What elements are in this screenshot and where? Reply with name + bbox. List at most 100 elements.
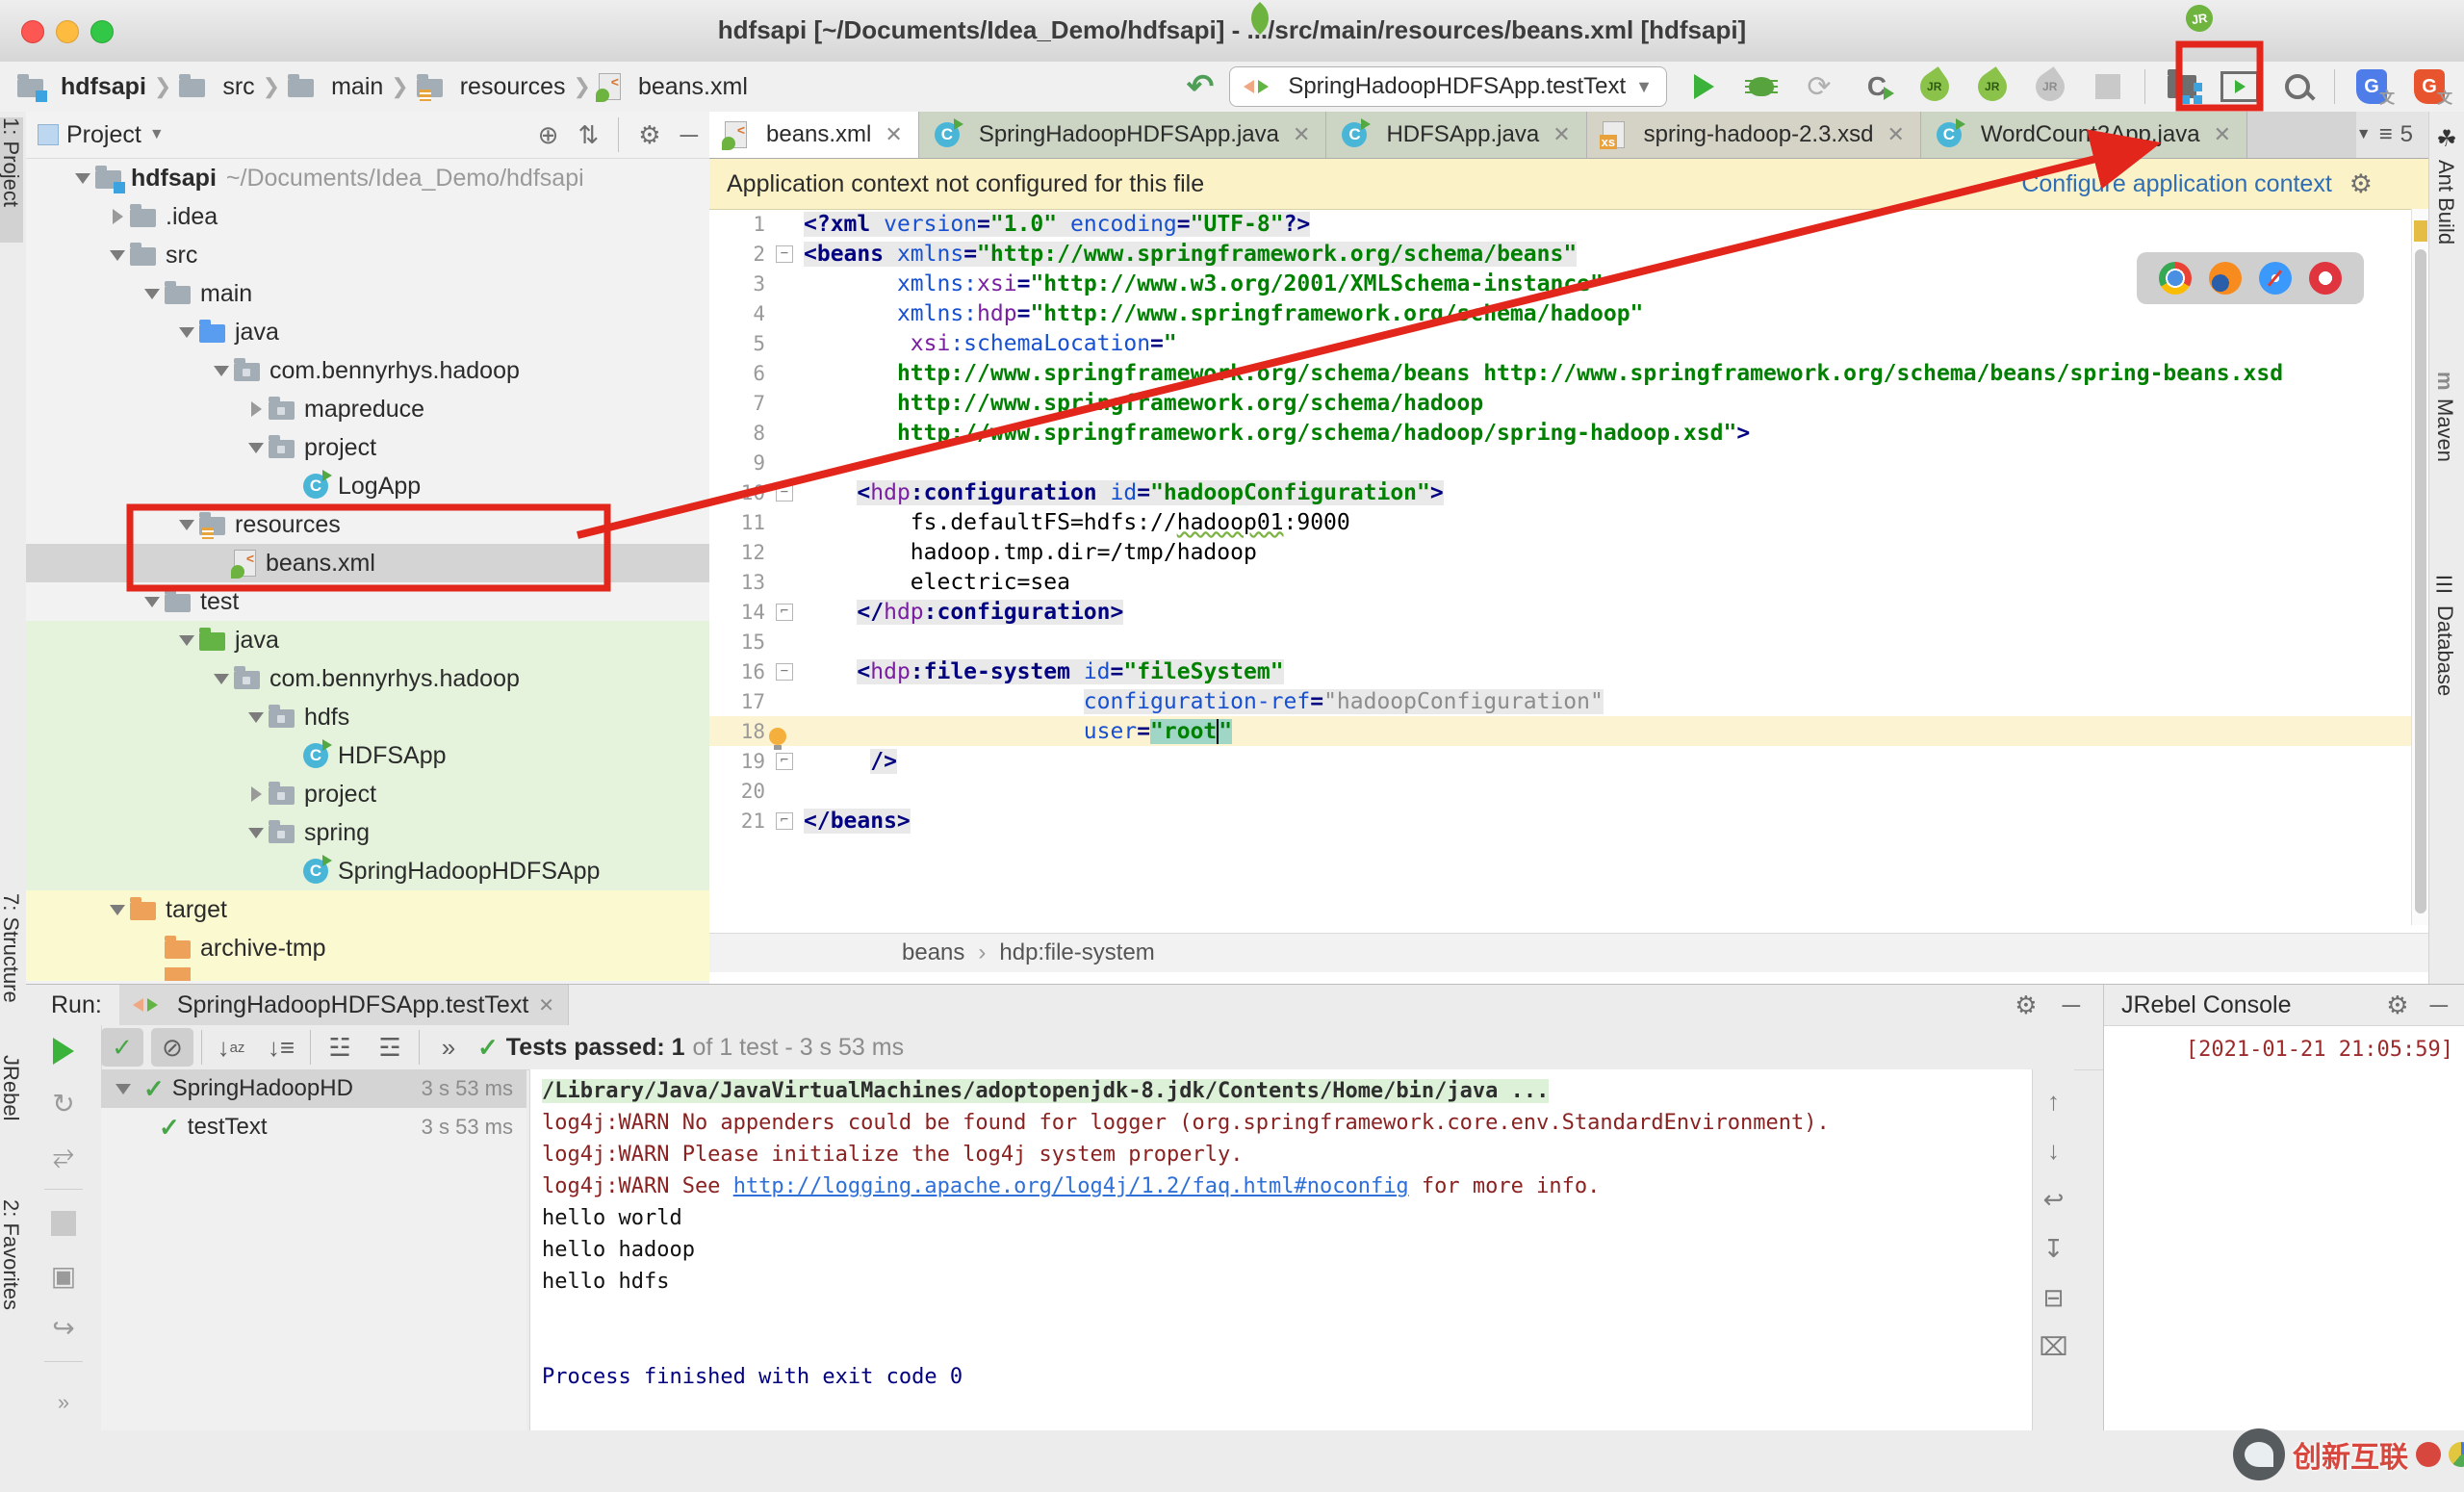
- show-ignored-toggle[interactable]: ⊘: [151, 1028, 193, 1067]
- tree-chevron-icon[interactable]: [105, 905, 130, 915]
- run-anything-button[interactable]: [2219, 65, 2261, 108]
- tree-row-spring[interactable]: spring: [26, 813, 709, 852]
- sidebar-item-maven[interactable]: m Maven: [2432, 372, 2457, 516]
- gear-icon[interactable]: ⚙: [2386, 990, 2408, 1020]
- tree-row-LogApp[interactable]: LogApp: [26, 467, 709, 505]
- search-everywhere-icon[interactable]: [2276, 65, 2319, 108]
- code-line-15[interactable]: 15: [709, 627, 2411, 656]
- tree-row-com.bennyrhys.hadoop[interactable]: com.bennyrhys.hadoop: [26, 659, 709, 698]
- console-link[interactable]: http://logging.apache.org/log4j/1.2/faq.…: [733, 1174, 1409, 1198]
- close-icon[interactable]: ✕: [1293, 122, 1310, 147]
- fold-marker-icon[interactable]: ⌐: [765, 811, 804, 830]
- tree-row-.idea[interactable]: .idea: [26, 197, 709, 236]
- code-editor[interactable]: 1 <?xml version = "1.0" encoding = "UTF-8" ?> 2…: [709, 209, 2411, 925]
- configure-application-context-link[interactable]: Configure application context: [2021, 170, 2331, 198]
- tab-wordcount2app-java[interactable]: WordCount2App.java✕: [1920, 112, 2248, 158]
- intention-bulb-icon[interactable]: [769, 727, 786, 750]
- close-icon[interactable]: ✕: [885, 122, 902, 147]
- code-line-21[interactable]: 21 ⌐ </beans>: [709, 806, 2411, 836]
- sort-alphabetically-icon[interactable]: ↓ az: [210, 1028, 252, 1067]
- soft-wrap-icon[interactable]: ↩: [2043, 1185, 2065, 1215]
- show-passed-toggle[interactable]: ✓: [101, 1028, 143, 1067]
- code-line-5[interactable]: 5 xsi:schemaLocation = ": [709, 328, 2411, 358]
- close-icon[interactable]: ✕: [2214, 122, 2231, 147]
- profiler-button[interactable]: C: [1856, 65, 1898, 108]
- clear-console-icon[interactable]: ⌧: [2040, 1332, 2068, 1362]
- breadcrumb-item-beans-xml[interactable]: beans.xml: [595, 73, 748, 102]
- tab-springhadoophdfsapp-java[interactable]: SpringHadoopHDFSApp.java✕: [918, 112, 1327, 158]
- tree-row-com.bennyrhys.hadoop[interactable]: com.bennyrhys.hadoop: [26, 351, 709, 390]
- code-line-11[interactable]: 11 fs.defaultFS=hdfs://hadoop01:9000: [709, 507, 2411, 537]
- close-icon[interactable]: ✕: [1553, 122, 1570, 147]
- code-line-7[interactable]: 7 http://www.springframework.org/schema/…: [709, 388, 2411, 418]
- run-button[interactable]: [1682, 65, 1725, 108]
- scrollbar-thumb[interactable]: [2415, 249, 2426, 913]
- run-with-jrebel-button[interactable]: [1913, 65, 1956, 108]
- fold-marker-icon[interactable]: −: [765, 244, 804, 263]
- more-icon[interactable]: »: [58, 1384, 69, 1421]
- code-line-18[interactable]: 18 user = "root ": [709, 716, 2411, 750]
- translate-plugin-icon[interactable]: G: [2350, 65, 2395, 108]
- tab-hdfsapp-java[interactable]: HDFSApp.java✕: [1326, 112, 1587, 158]
- fold-marker-icon[interactable]: ⌐: [765, 752, 804, 770]
- test-suite-row[interactable]: ✓ SpringHadoopHD 3 s 53 ms: [101, 1069, 526, 1108]
- debug-button[interactable]: [1740, 65, 1783, 108]
- tree-row-target[interactable]: target: [26, 890, 709, 929]
- tree-chevron-icon[interactable]: [70, 173, 95, 184]
- tree-chevron-icon[interactable]: [244, 401, 269, 417]
- code-line-20[interactable]: 20: [709, 776, 2411, 806]
- tree-row-project[interactable]: project: [26, 428, 709, 467]
- tree-row-HDFSApp[interactable]: HDFSApp: [26, 736, 709, 775]
- opera-icon[interactable]: [2309, 262, 2342, 295]
- tree-chevron-icon[interactable]: [244, 443, 269, 453]
- sort-by-duration-icon[interactable]: ↓≡: [260, 1028, 302, 1067]
- run-console-output[interactable]: /Library/Java/JavaVirtualMachines/adopto…: [529, 1069, 2045, 1430]
- rerun-failed-tests-icon[interactable]: ↻: [52, 1085, 74, 1121]
- jrebel-sync-icon[interactable]: ⥂: [53, 1137, 74, 1173]
- tree-row-hdfsapi[interactable]: hdfsapi ~/Documents/Idea_Demo/hdfsapi: [26, 159, 709, 197]
- breadcrumb-beans[interactable]: beans: [902, 939, 964, 966]
- code-line-1[interactable]: 1 <?xml version = "1.0" encoding = "UTF-8" ?>: [709, 209, 2411, 239]
- gear-icon[interactable]: ⚙: [638, 120, 660, 150]
- tree-row-src[interactable]: src: [26, 236, 709, 274]
- tree-row-test[interactable]: test: [26, 582, 709, 621]
- code-line-9[interactable]: 9: [709, 448, 2411, 477]
- sidebar-item-project[interactable]: 1: Project: [0, 117, 23, 243]
- more-actions-icon[interactable]: »: [427, 1028, 470, 1067]
- tree-row-SpringHadoopHDFSApp[interactable]: SpringHadoopHDFSApp: [26, 852, 709, 890]
- code-line-8[interactable]: 8 http://www.springframework.org/schema/…: [709, 418, 2411, 448]
- code-line-6[interactable]: 6 http://www.springframework.org/schema/…: [709, 358, 2411, 388]
- tree-chevron-icon[interactable]: [105, 209, 130, 224]
- scroll-to-end-icon[interactable]: ↧: [2043, 1234, 2065, 1264]
- code-line-17[interactable]: 17 configuration-ref = "hadoopConfiguratio…: [709, 686, 2411, 716]
- safari-icon[interactable]: [2259, 262, 2292, 295]
- debug-with-jrebel-button[interactable]: [1971, 65, 2014, 108]
- breadcrumb-item-src[interactable]: src: [179, 73, 255, 101]
- firefox-icon[interactable]: [2209, 262, 2242, 295]
- chrome-icon[interactable]: [2159, 262, 2192, 295]
- rerun-button[interactable]: [53, 1033, 74, 1069]
- tree-chevron-icon[interactable]: [244, 712, 269, 723]
- tree-row-partial[interactable]: [26, 967, 709, 981]
- run-tab[interactable]: SpringHadoopHDFSApp.testText ✕: [118, 985, 570, 1025]
- sidebar-item-jrebel[interactable]: JRebel: [0, 1055, 23, 1161]
- fold-marker-icon[interactable]: −: [765, 662, 804, 681]
- project-pane-selector[interactable]: Project: [66, 121, 141, 149]
- code-line-12[interactable]: 12 hadoop.tmp.dir=/tmp/hadoop: [709, 537, 2411, 567]
- tree-chevron-icon[interactable]: [140, 597, 165, 607]
- tree-chevron-icon[interactable]: [105, 250, 130, 261]
- sidebar-item-structure[interactable]: 7: Structure: [0, 893, 23, 1038]
- hide-panel-icon[interactable]: ─: [2063, 990, 2080, 1020]
- sidebar-item-database[interactable]: ☰ Database: [2432, 574, 2457, 737]
- close-icon[interactable]: ✕: [538, 993, 554, 1017]
- fold-marker-icon[interactable]: −: [765, 483, 804, 502]
- project-structure-button[interactable]: [2161, 65, 2203, 108]
- tree-chevron-icon[interactable]: [140, 289, 165, 299]
- tree-row-java[interactable]: java: [26, 313, 709, 351]
- scroll-down-icon[interactable]: ↓: [2047, 1136, 2060, 1166]
- collapse-all-icon[interactable]: ☲: [369, 1028, 411, 1067]
- breadcrumb-item-project[interactable]: hdfsapi: [17, 73, 146, 102]
- tree-row-main[interactable]: main: [26, 274, 709, 313]
- tree-chevron-icon[interactable]: [244, 828, 269, 838]
- navigate-back-icon[interactable]: ↶: [1187, 67, 1215, 106]
